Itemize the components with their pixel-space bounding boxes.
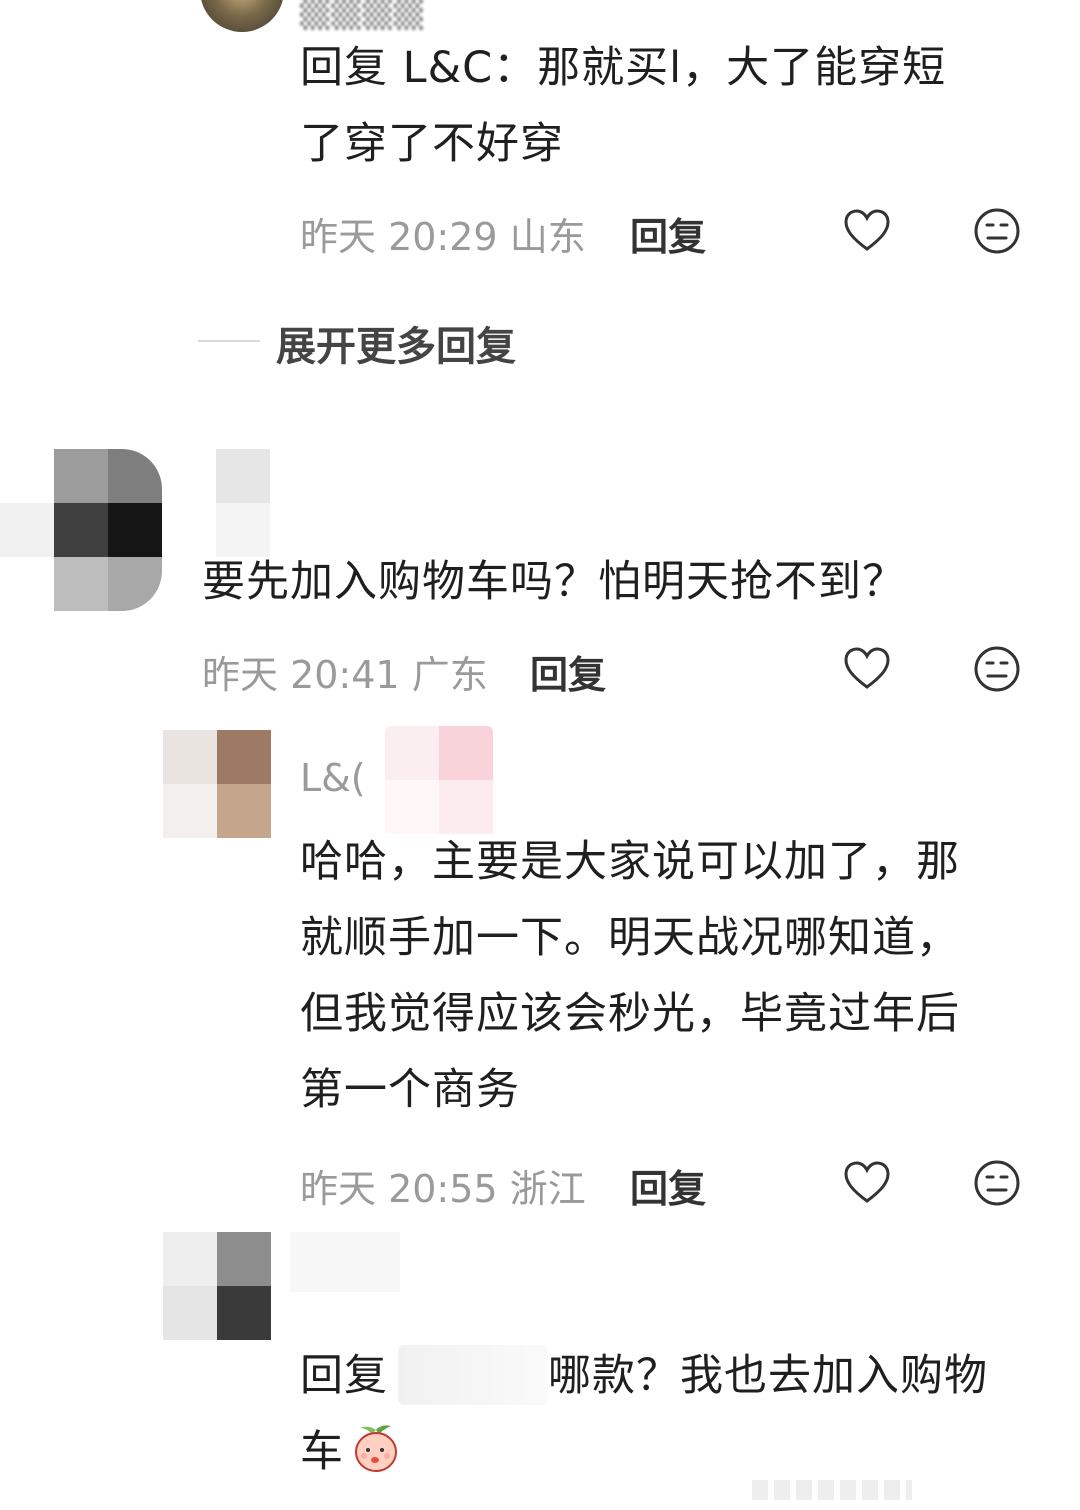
top-comment-line-1: 回复 L&C：那就买l，大了能穿短 [300, 43, 947, 93]
reply-button[interactable]: 回复 [530, 644, 606, 699]
reply-1-line-1: 哈哈，主要是大家说可以加了，那 [300, 837, 960, 887]
region: 山东 [509, 215, 586, 259]
region: 浙江 [509, 1167, 586, 1211]
top-comment-text: 回复 L&C：那就买l，大了能穿短 了穿了不好穿 [300, 30, 1040, 182]
reply-1-text: 哈哈，主要是大家说可以加了，那 就顺手加一下。明天战况哪知道， 但我觉得应该会秒… [300, 824, 1040, 1128]
reply-button[interactable]: 回复 [630, 1158, 706, 1213]
timestamp: 昨天 20:29 [300, 215, 498, 259]
reply-2-avatar[interactable] [163, 1232, 271, 1340]
timestamp: 昨天 20:41 [202, 653, 400, 697]
top-comment-line-2: 了穿了不好穿 [300, 119, 564, 169]
meh-face-icon[interactable] [972, 1158, 1022, 1208]
comment-2-text: 要先加入购物车吗？怕明天抢不到？ [202, 557, 906, 607]
top-comment-meta: 昨天 20:29 山东 [300, 206, 586, 261]
region: 广东 [411, 653, 488, 697]
peach-emoji-icon [355, 1425, 397, 1472]
reply-button[interactable]: 回复 [630, 206, 706, 261]
heart-outline-icon[interactable] [842, 644, 892, 694]
reply-2-line-2: 车 [300, 1427, 344, 1477]
reply-2-username-hidden [290, 1232, 400, 1292]
timestamp: 昨天 20:55 [300, 1167, 498, 1211]
commenter-avatar-top[interactable] [200, 0, 284, 32]
reply-2-text: 哪款？我也去加入购物 [548, 1351, 988, 1401]
expand-divider [198, 340, 260, 342]
reply-1-line-4: 第一个商务 [300, 1065, 520, 1115]
heart-outline-icon[interactable] [842, 206, 892, 256]
heart-outline-icon[interactable] [842, 1158, 892, 1208]
commenter-name-top: ▒▒▒▒ [300, 0, 425, 30]
meh-face-icon[interactable] [972, 206, 1022, 256]
watermark [752, 1480, 912, 1500]
expand-more-replies[interactable]: 展开更多回复 [276, 314, 516, 372]
reply-1-badge [385, 726, 493, 834]
reply-1-username[interactable]: L&( [300, 756, 366, 800]
reply-1-meta: 昨天 20:55 浙江 [300, 1158, 586, 1213]
comment-2-meta: 昨天 20:41 广东 [202, 644, 488, 699]
reply-1-line-2: 就顺手加一下。明天战况哪知道， [300, 913, 960, 963]
meh-face-icon[interactable] [972, 644, 1022, 694]
reply-1-avatar[interactable] [163, 730, 271, 838]
reply-1-line-3: 但我觉得应该会秒光，毕竟过年后 [300, 989, 960, 1039]
reply-2-prefix: 回复 [300, 1351, 388, 1401]
reply-2-mention-hidden [398, 1345, 548, 1405]
